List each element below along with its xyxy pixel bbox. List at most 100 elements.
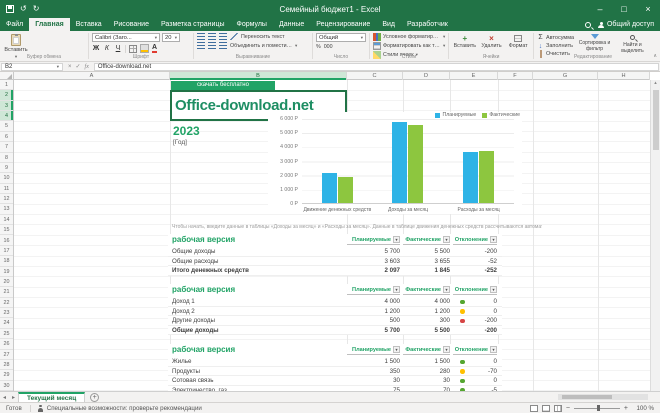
zoom-level[interactable]: 100 % [632, 405, 654, 412]
row-label[interactable]: Другие доходы [172, 316, 215, 326]
budget-table[interactable]: рабочая версия Планируемые ▾ Фактические ▾ От… [168, 284, 502, 335]
close-button[interactable]: × [636, 0, 660, 18]
row-header-28[interactable]: 28 [0, 360, 13, 371]
filter-dropdown-icon[interactable]: ▾ [490, 286, 497, 293]
cell-planned[interactable]: 3 603 [347, 257, 400, 267]
row-header-24[interactable]: 24 [0, 318, 13, 329]
filter-dropdown-icon[interactable]: ▾ [443, 236, 450, 243]
redo-icon[interactable]: ↻ [33, 0, 40, 18]
font-color-icon[interactable]: А [152, 44, 158, 53]
row-label[interactable]: Доход 1 [172, 297, 195, 307]
row-label[interactable]: Продукты [172, 367, 200, 377]
cell-planned[interactable]: 2 097 [347, 266, 400, 276]
cell-deviation[interactable]: 0 [453, 357, 497, 367]
cell-planned[interactable]: 350 [347, 367, 400, 377]
undo-icon[interactable]: ↺ [20, 0, 27, 18]
row-header-22[interactable]: 22 [0, 298, 13, 309]
ribbon-tab-developer[interactable]: Разработчик [401, 18, 454, 31]
confirm-entry-icon[interactable]: ✓ [76, 63, 81, 70]
cell-planned[interactable]: 30 [347, 376, 400, 386]
cell-actual[interactable]: 4 000 [403, 297, 450, 307]
row-header-3[interactable]: 3 [0, 100, 13, 112]
fill-button[interactable]: ↓ Заполнить [537, 43, 574, 50]
ribbon-tab-file[interactable]: Файл [0, 18, 29, 31]
cell-actual[interactable]: 300 [403, 316, 450, 326]
minimize-button[interactable]: – [588, 0, 612, 18]
column-header-B[interactable]: B [170, 72, 347, 80]
column-header-F[interactable]: F [498, 72, 533, 80]
row-header-9[interactable]: 9 [0, 163, 13, 174]
cell-planned[interactable]: 4 000 [347, 297, 400, 307]
row-header-17[interactable]: 17 [0, 246, 13, 257]
cell-deviation[interactable]: -252 [453, 266, 497, 276]
name-box[interactable]: B2 ▾ [1, 62, 63, 71]
row-header-20[interactable]: 20 [0, 277, 13, 288]
cell-deviation[interactable]: -70 [453, 367, 497, 377]
row-header-15[interactable]: 15 [0, 225, 13, 236]
scroll-up-icon[interactable]: ▴ [654, 80, 657, 86]
percent-style-button[interactable]: % [316, 44, 321, 50]
select-all-button[interactable] [0, 72, 14, 80]
filter-dropdown-icon[interactable]: ▾ [393, 236, 400, 243]
formula-input[interactable]: Office-download.net [93, 62, 659, 71]
orientation-icon[interactable] [230, 33, 238, 40]
cell-planned[interactable]: 500 [347, 316, 400, 326]
merge-center-button[interactable]: Объединить и поместить в центре [230, 43, 292, 49]
row-header-1[interactable]: 1 [0, 80, 13, 91]
horizontal-scrollbar[interactable] [558, 394, 648, 400]
ribbon-tab-formulas[interactable]: Формулы [231, 18, 273, 31]
cancel-entry-icon[interactable]: × [68, 64, 72, 70]
ribbon-tab-insert[interactable]: Вставка [70, 18, 108, 31]
cell-deviation[interactable]: 0 [453, 297, 497, 307]
filter-dropdown-icon[interactable]: ▾ [490, 346, 497, 353]
filter-dropdown-icon[interactable]: ▾ [393, 286, 400, 293]
row-header-8[interactable]: 8 [0, 153, 13, 163]
budget-table[interactable]: рабочая версия Планируемые ▾ Фактические ▾ От… [168, 234, 502, 276]
cell-deviation[interactable]: 0 [453, 376, 497, 386]
italic-button[interactable]: К [103, 45, 111, 53]
row-header-14[interactable]: 14 [0, 215, 13, 226]
row-header-19[interactable]: 19 [0, 267, 13, 277]
row-header-6[interactable]: 6 [0, 132, 13, 143]
font-size-select[interactable]: 20 ▾ [162, 33, 180, 42]
sheet-nav-right-icon[interactable]: ▸ [9, 394, 18, 401]
row-header-12[interactable]: 12 [0, 194, 13, 205]
row-label[interactable]: Сотовая связь [172, 376, 213, 386]
ribbon-tab-data[interactable]: Данные [273, 18, 310, 31]
row-header-30[interactable]: 30 [0, 381, 13, 391]
row-header-18[interactable]: 18 [0, 256, 13, 267]
cell-planned[interactable]: 1 200 [347, 307, 400, 317]
ribbon-tab-review[interactable]: Рецензирование [310, 18, 376, 31]
row-header-13[interactable]: 13 [0, 204, 13, 215]
row-header-27[interactable]: 27 [0, 350, 13, 360]
zoom-out-button[interactable]: − [566, 405, 570, 412]
cell-deviation[interactable]: -52 [453, 257, 497, 267]
column-header-C[interactable]: C [347, 72, 403, 80]
underline-button[interactable]: Ч [114, 45, 122, 53]
align-top-icon[interactable] [197, 33, 205, 40]
cell-actual[interactable]: 3 655 [403, 257, 450, 267]
collapse-ribbon-button[interactable]: ∧ [653, 53, 657, 59]
cell-deviation[interactable]: -200 [453, 326, 497, 336]
zoom-in-button[interactable]: + [624, 405, 628, 412]
budget-table[interactable]: рабочая версия Планируемые ▾ Фактические ▾ От… [168, 344, 502, 395]
row-header-23[interactable]: 23 [0, 308, 13, 319]
delete-cells-button[interactable]: × Удалить [479, 33, 505, 50]
accessibility-checker[interactable]: Специальные возможности: проверьте реком… [37, 404, 202, 412]
ribbon-tab-home[interactable]: Главная [29, 18, 70, 31]
column-header-D[interactable]: D [403, 72, 450, 80]
budget-chart[interactable]: Планируемые Фактические 6 000 Р5 000 Р4 00… [268, 112, 522, 214]
row-header-16[interactable]: 16 [0, 236, 13, 246]
align-left-icon[interactable] [197, 42, 205, 49]
page-layout-view-button[interactable] [541, 404, 550, 412]
cell-planned[interactable]: 5 700 [347, 326, 400, 336]
search-icon[interactable] [584, 21, 591, 28]
vertical-scroll-thumb[interactable] [653, 90, 659, 150]
ribbon-tab-view[interactable]: Вид [376, 18, 401, 31]
filter-dropdown-icon[interactable]: ▾ [490, 236, 497, 243]
cell-planned[interactable]: 5 700 [347, 247, 400, 257]
sheet-tab-current-month[interactable]: Текущий месяц [18, 391, 86, 403]
cell-actual[interactable]: 5 500 [403, 326, 450, 336]
row-header-2[interactable]: 2 [0, 90, 13, 101]
borders-icon[interactable] [129, 44, 137, 53]
